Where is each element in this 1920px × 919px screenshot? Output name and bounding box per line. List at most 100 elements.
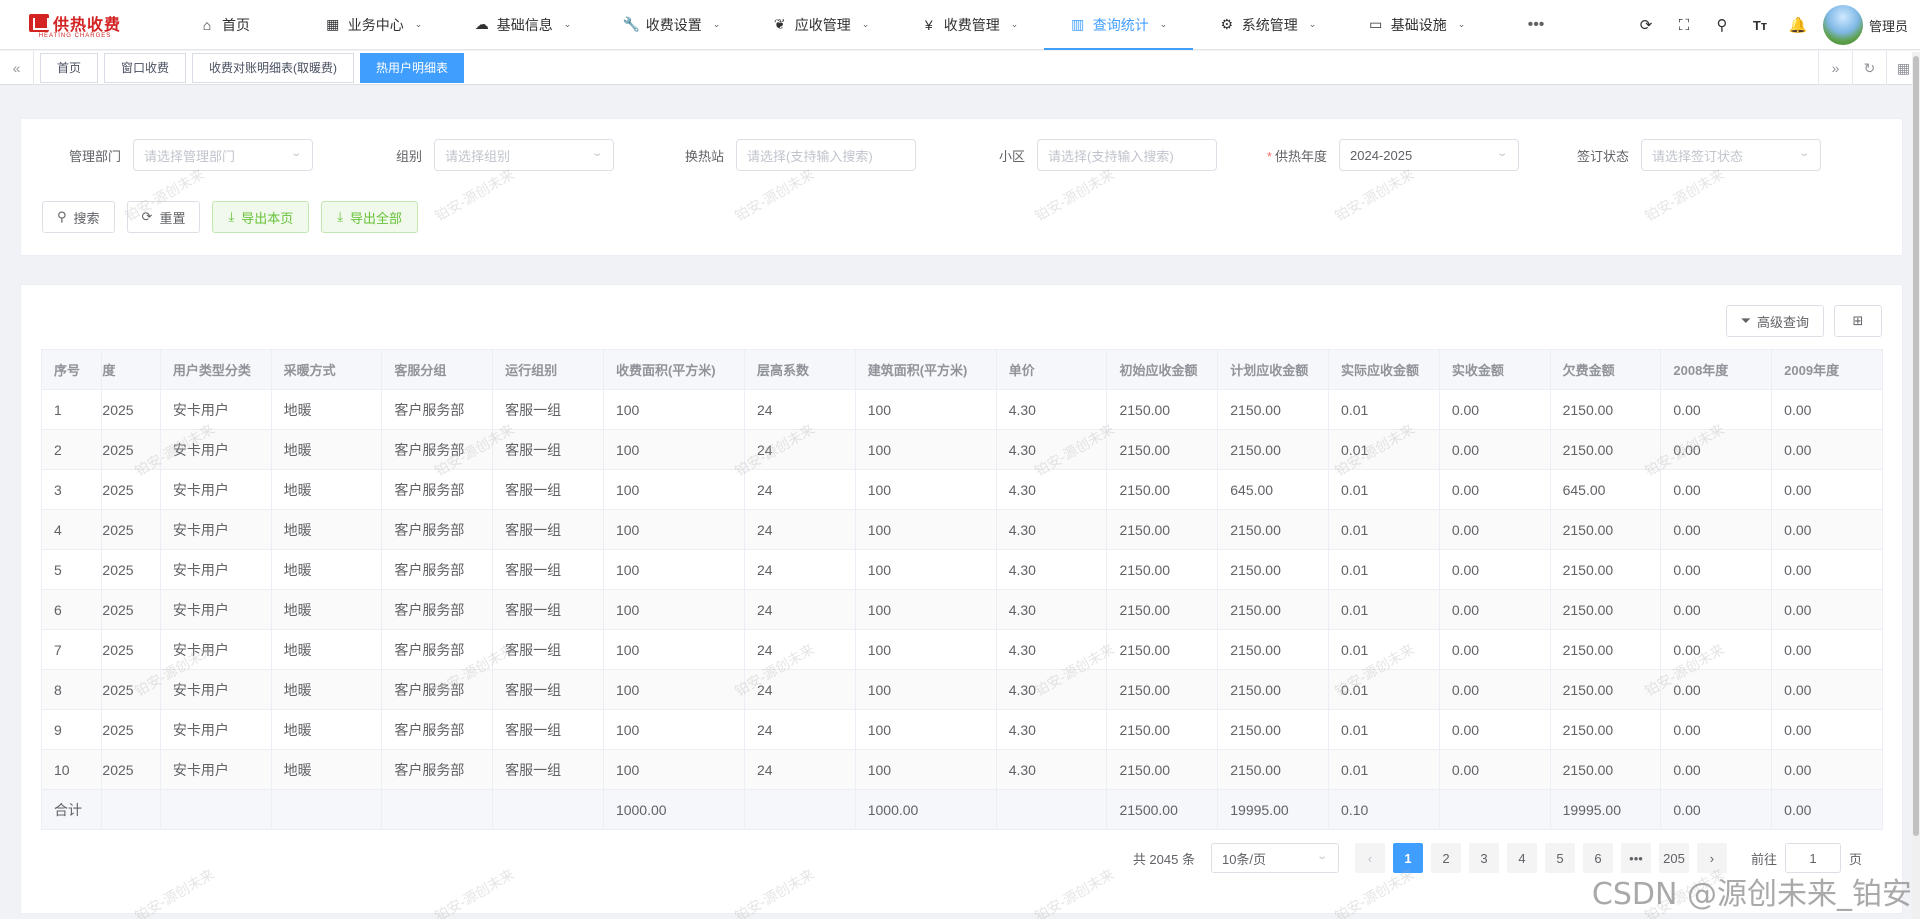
column-header[interactable]: 实收金额 xyxy=(1438,349,1551,390)
page-number[interactable]: 2 xyxy=(1430,843,1461,873)
column-header[interactable]: 度 xyxy=(101,349,161,390)
search-icon[interactable]: ⚲ xyxy=(1703,0,1741,50)
column-header[interactable]: 采暖方式 xyxy=(270,349,383,390)
table-cell: 0.00 xyxy=(1771,709,1883,750)
table-row[interactable]: 3 2025 安卡用户 地暖 客户服务部 客服一组 100 24 100 4.30 2150.00 6… xyxy=(40,469,1883,510)
menu-item-4[interactable]: ❦ 应收管理 ⌄ xyxy=(746,0,895,50)
table-cell: 0.00 xyxy=(1771,389,1883,430)
menu-item-0[interactable]: ⌂ 首页 xyxy=(150,0,299,50)
table-row[interactable]: 8 2025 安卡用户 地暖 客户服务部 客服一组 100 24 100 4.30 2150.00 2… xyxy=(40,669,1883,710)
page-number[interactable]: 1 xyxy=(1392,843,1423,873)
table-cell: 100 xyxy=(854,629,997,670)
chevron-down-icon: ⌄ xyxy=(1315,851,1328,862)
table-cell: 2150.00 xyxy=(1549,389,1662,430)
table-row[interactable]: 5 2025 安卡用户 地暖 客户服务部 客服一组 100 24 100 4.30 2150.00 2… xyxy=(40,549,1883,590)
table-cell: 2 xyxy=(40,429,103,470)
monitor-icon: ▭ xyxy=(1369,16,1383,32)
scroll-right-icon[interactable]: » xyxy=(1818,51,1852,85)
table-cell: 0.01 xyxy=(1328,469,1440,510)
community-select[interactable]: 请选择(支持输入搜索) xyxy=(1037,139,1217,171)
table-cell: 客服一组 xyxy=(492,389,604,430)
form-actions: ⚲ 搜索 ⟳ 重置 ⤓ 导出本页 ⤓ 导出全部 xyxy=(42,201,418,233)
table-cell: 100 xyxy=(602,469,745,510)
page-number[interactable]: 3 xyxy=(1468,843,1499,873)
column-header[interactable]: 用户类型分类 xyxy=(159,349,272,390)
menu-item-label: 查询统计 xyxy=(1092,16,1149,33)
year-select[interactable]: 2024-2025 ⌄ xyxy=(1339,139,1519,171)
table-header-row: 序号度用户类型分类 采暖方式 客服分组 运行组别 收费面积(平方米) 层高系数 建筑面积(平… xyxy=(40,349,1883,390)
table-cell: 地暖 xyxy=(270,589,383,630)
table-cell: 0.00 xyxy=(1771,669,1883,710)
export-all-button[interactable]: ⤓ 导出全部 xyxy=(321,201,418,233)
table-cell: 0.00 xyxy=(1438,629,1551,670)
menu-item-label: 基础设施 xyxy=(1390,16,1447,33)
column-header[interactable]: 计划应收金额 xyxy=(1217,349,1330,390)
table-cell: 2025 xyxy=(101,709,161,750)
dept-select[interactable]: 请选择管理部门 ⌄ xyxy=(133,139,313,171)
export-page-button[interactable]: ⤓ 导出本页 xyxy=(212,201,310,233)
page-number[interactable]: 5 xyxy=(1544,843,1575,873)
reload-tab-icon[interactable]: ↻ xyxy=(1852,51,1886,85)
table-row[interactable]: 6 2025 安卡用户 地暖 客户服务部 客服一组 100 24 100 4.30 2150.00 2… xyxy=(40,589,1883,630)
table-row[interactable]: 4 2025 安卡用户 地暖 客户服务部 客服一组 100 24 100 4.30 2150.00 2… xyxy=(40,509,1883,550)
menu-item-7[interactable]: ⚙ 系统管理 ⌄ xyxy=(1193,0,1342,50)
table-cell: 0.01 xyxy=(1328,629,1440,670)
table-row[interactable]: 7 2025 安卡用户 地暖 客户服务部 客服一组 100 24 100 4.30 2150.00 2… xyxy=(40,629,1883,670)
advanced-search-button[interactable]: ⏷ 高级查询 xyxy=(1725,305,1824,337)
column-header[interactable]: 客服分组 xyxy=(381,349,494,390)
menu-item-3[interactable]: 🔧 收费设置 ⌄ xyxy=(597,0,746,50)
chevron-down-icon: ⌄ xyxy=(1159,19,1168,29)
search-button[interactable]: ⚲ 搜索 xyxy=(42,201,115,233)
column-header[interactable]: 收费面积(平方米) xyxy=(602,349,745,390)
menu-item-8[interactable]: ▭ 基础设施 ⌄ xyxy=(1342,0,1491,50)
page-size-select[interactable]: 10条/页 ⌄ xyxy=(1210,843,1339,873)
bell-icon[interactable]: 🔔 xyxy=(1779,0,1817,50)
menu-item-1[interactable]: ▦ 业务中心 ⌄ xyxy=(299,0,448,50)
column-settings-button[interactable]: ⊞ xyxy=(1834,305,1882,337)
table-cell: 0.00 xyxy=(1438,389,1551,430)
column-header[interactable]: 单价 xyxy=(995,349,1108,390)
table-cell: 4.30 xyxy=(995,389,1108,430)
fullscreen-icon[interactable]: ⛶ xyxy=(1665,0,1703,50)
group-select[interactable]: 请选择组别 ⌄ xyxy=(434,139,614,171)
column-header[interactable]: 实际应收金额 xyxy=(1328,349,1440,390)
table-cell: 100 xyxy=(602,749,745,790)
sign-select[interactable]: 请选择签订状态 ⌄ xyxy=(1641,139,1821,171)
tab-charge-reconciliation[interactable]: 收费对账明细表(取暖费) xyxy=(192,52,355,83)
menu-item-6[interactable]: ▥ 查询统计 ⌄ xyxy=(1044,0,1193,50)
tags-view-bar: « 首页 窗口收费 收费对账明细表(取暖费) 热用户明细表 » ↻ ▦ xyxy=(0,50,1920,85)
reset-button[interactable]: ⟳ 重置 xyxy=(126,201,201,233)
column-header[interactable]: 序号 xyxy=(40,349,103,390)
app-logo[interactable]: 供热收费 HEATING CHARGES xyxy=(0,0,150,50)
scroll-left-icon[interactable]: « xyxy=(0,50,34,85)
column-header[interactable]: 建筑面积(平方米) xyxy=(854,349,997,390)
user-menu[interactable]: 管理员 xyxy=(1817,5,1920,45)
column-header[interactable]: 初始应收金额 xyxy=(1106,349,1219,390)
refresh-icon[interactable]: ⟳ xyxy=(1627,0,1665,50)
table-cell: 2150.00 xyxy=(1106,509,1219,550)
column-header[interactable]: 运行组别 xyxy=(492,349,604,390)
table-row[interactable]: 9 2025 安卡用户 地暖 客户服务部 客服一组 100 24 100 4.30 2150.00 2… xyxy=(40,709,1883,750)
column-header[interactable]: 2008年度 xyxy=(1660,349,1773,390)
menu-item-2[interactable]: ☁ 基础信息 ⌄ xyxy=(448,0,597,50)
column-header[interactable]: 欠费金额 xyxy=(1549,349,1662,390)
chevron-down-icon: ⌄ xyxy=(1457,19,1466,29)
table-row[interactable]: 1 2025 安卡用户 地暖 客户服务部 客服一组 100 24 100 4.30 2150.00 2… xyxy=(40,389,1883,430)
station-select[interactable]: 请选择(支持输入搜索) xyxy=(736,139,916,171)
page-number[interactable]: 4 xyxy=(1506,843,1537,873)
tab-home[interactable]: 首页 xyxy=(40,52,99,83)
menu-item-5[interactable]: ¥ 收费管理 ⌄ xyxy=(895,0,1044,50)
column-header[interactable]: 2009年度 xyxy=(1771,349,1883,390)
table-row[interactable]: 2 2025 安卡用户 地暖 客户服务部 客服一组 100 24 100 4.30 2150.00 2… xyxy=(40,429,1883,470)
column-header[interactable]: 层高系数 xyxy=(743,349,856,390)
tab-window-charge[interactable]: 窗口收费 xyxy=(104,52,187,83)
font-size-icon[interactable]: Tт xyxy=(1741,0,1779,50)
table-cell: 客服一组 xyxy=(492,629,604,670)
more-menu-icon[interactable]: ••• xyxy=(1491,0,1581,50)
page-scrollbar-thumb[interactable] xyxy=(1913,56,1919,836)
prev-page-button[interactable]: ‹ xyxy=(1354,843,1385,873)
table-cell: 2025 xyxy=(101,669,161,710)
tab-heat-user-detail[interactable]: 热用户明细表 xyxy=(360,52,465,83)
chevron-down-icon: ⌄ xyxy=(289,148,302,159)
table-row[interactable]: 10 2025 安卡用户 地暖 客户服务部 客服一组 100 24 100 4.30 2150.00… xyxy=(40,749,1883,790)
